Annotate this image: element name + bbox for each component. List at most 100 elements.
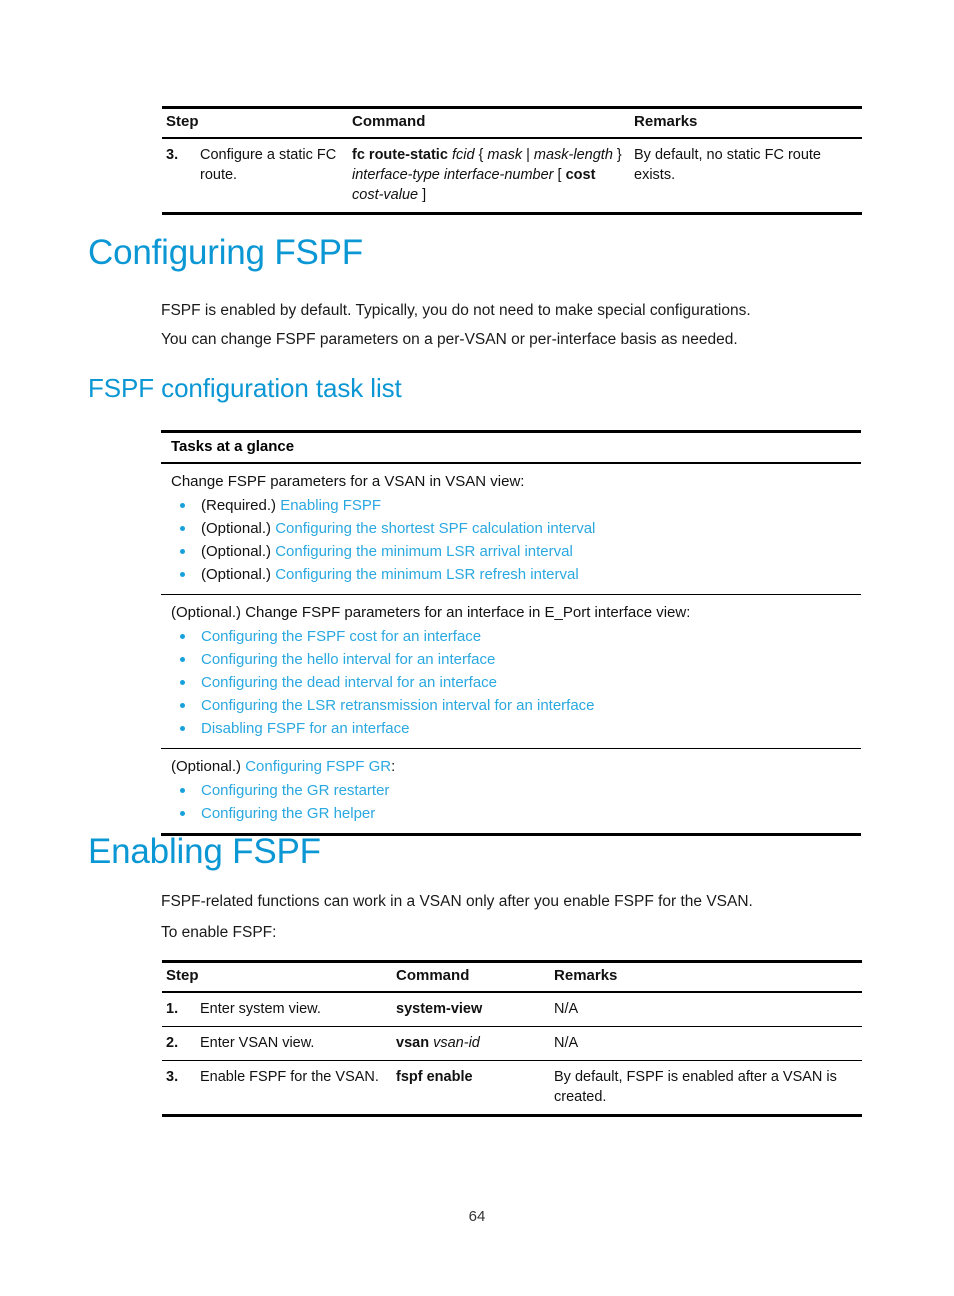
task-link[interactable]: Configuring the GR helper (201, 805, 375, 822)
column-header-remarks: Remarks (630, 106, 863, 139)
table-body: 3. Configure a static FC route. fc route-s… (162, 138, 863, 215)
bullet-icon (180, 657, 185, 662)
table-body: 1. Enter system view. system-view N/A 2. Ente… (162, 992, 863, 1117)
document-page: Step Command Remarks 3. Configure a stati… (0, 0, 954, 1296)
remarks-cell: By default, no static FC route exists. (630, 138, 863, 215)
enable-fspf-steps-table-wrapper: Step Command Remarks 1. Enter system view… (162, 960, 863, 1117)
tasks-at-a-glance-table: Tasks at a glance Change FSPF parameters… (161, 430, 861, 836)
task-link[interactable]: Configuring the LSR retransmission inter… (201, 697, 595, 714)
step-description: Enter system view. (196, 992, 393, 1027)
table-row: 2. Enter VSAN view. vsan vsan-id N/A (162, 1026, 863, 1061)
text-run: Change FSPF parameters for a VSAN in VSA… (171, 473, 525, 490)
table-row: 3. Enable FSPF for the VSAN. fspf enable By… (162, 1060, 863, 1117)
step-number: 1. (162, 992, 196, 1027)
bullet-icon (180, 549, 185, 554)
text-run: mask-length (533, 147, 613, 163)
bullet-icon (180, 526, 185, 531)
text-run: cost-value (352, 187, 419, 203)
task-link[interactable]: Configuring the GR restarter (201, 782, 389, 799)
task-list-item[interactable]: Configuring the FSPF cost for an interfa… (171, 625, 857, 648)
table-header-row: Step Command Remarks (162, 960, 863, 993)
task-group-intro: Change FSPF parameters for a VSAN in VSA… (171, 471, 857, 493)
command-cell: fspf enable (392, 1060, 551, 1117)
task-link[interactable]: Configuring the hello interval for an in… (201, 651, 495, 668)
task-list-item[interactable]: Configuring the GR helper (171, 802, 857, 825)
configuring-fspf-section: Configuring FSPF (0, 232, 954, 274)
text-run: (Optional.) Change FSPF parameters for a… (171, 604, 691, 621)
task-link[interactable]: Configuring the minimum LSR arrival inte… (275, 543, 573, 560)
table-head: Step Command Remarks (162, 106, 863, 139)
bullet-icon (180, 703, 185, 708)
task-link[interactable]: Disabling FSPF for an interface (201, 720, 409, 737)
enabling-fspf-paragraph-2: To enable FSPF: (161, 924, 277, 941)
remarks-cell: N/A (550, 992, 863, 1027)
tasks-at-a-glance-header: Tasks at a glance (161, 433, 861, 464)
task-list: Configuring the FSPF cost for an interfa… (171, 625, 857, 740)
task-list-item[interactable]: (Optional.) Configuring the minimum LSR … (171, 540, 857, 563)
configuring-fspf-paragraph-2: You can change FSPF parameters on a per-… (161, 331, 738, 348)
task-list-item[interactable]: Configuring the hello interval for an in… (171, 648, 857, 671)
text-run: (Optional.) (201, 566, 276, 583)
bullet-icon (180, 680, 185, 685)
text-run: (Optional.) (201, 543, 276, 560)
text-run: ] (418, 187, 427, 203)
task-link[interactable]: Enabling FSPF (280, 497, 381, 514)
text-run: mask (487, 147, 523, 163)
task-group-intro: (Optional.) Change FSPF parameters for a… (171, 602, 857, 624)
text-run: { (474, 147, 488, 163)
task-list-item[interactable]: Disabling FSPF for an interface (171, 717, 857, 740)
task-list-item[interactable]: Configuring the dead interval for an int… (171, 671, 857, 694)
column-header-step: Step (162, 106, 349, 139)
command-cell: system-view (392, 992, 551, 1027)
command-cell: fc route-static fcid { mask | mask-lengt… (348, 138, 631, 215)
task-list-item[interactable]: (Optional.) Configuring the minimum LSR … (171, 563, 857, 586)
column-header-step: Step (162, 960, 393, 993)
text-run: | (522, 147, 534, 163)
text-run: fcid (451, 147, 475, 163)
text-run: (Optional.) (171, 758, 246, 775)
static-fc-route-table: Step Command Remarks 3. Configure a stati… (162, 106, 863, 215)
task-list-item[interactable]: (Optional.) Configuring the shortest SPF… (171, 517, 857, 540)
text-run: } (612, 147, 622, 163)
page-title-configuring-fspf: Configuring FSPF (88, 233, 363, 272)
text-run: [ (553, 167, 566, 183)
task-list: Configuring the GR restarter Configuring … (171, 779, 857, 825)
task-link[interactable]: Configuring the shortest SPF calculation… (275, 520, 595, 537)
step-number: 3. (162, 1060, 196, 1117)
task-group: (Optional.) Configuring FSPF GR: Configur… (161, 748, 861, 833)
task-list-item[interactable]: Configuring the GR restarter (171, 779, 857, 802)
bullet-icon (180, 788, 185, 793)
column-header-command: Command (348, 106, 631, 139)
task-link[interactable]: Configuring the minimum LSR refresh inte… (275, 566, 578, 583)
page-number: 64 (468, 1208, 486, 1225)
configuring-fspf-paragraph-1: FSPF is enabled by default. Typically, y… (161, 302, 751, 319)
text-run: (Optional.) (201, 520, 276, 537)
task-groups-container: Change FSPF parameters for a VSAN in VSA… (161, 464, 861, 833)
command-cell: vsan vsan-id (392, 1026, 551, 1061)
text-run: (Required.) (201, 497, 281, 514)
text-run: fspf enable (396, 1069, 473, 1085)
task-list-item[interactable]: (Required.) Enabling FSPF (171, 494, 857, 517)
bullet-icon (180, 811, 185, 816)
task-group: Change FSPF parameters for a VSAN in VSA… (161, 464, 861, 594)
step-description: Enter VSAN view. (196, 1026, 393, 1061)
task-list-item[interactable]: Configuring the LSR retransmission inter… (171, 694, 857, 717)
bullet-icon (180, 503, 185, 508)
remarks-cell: N/A (550, 1026, 863, 1061)
step-description: Configure a static FC route. (196, 138, 349, 215)
table-head: Step Command Remarks (162, 960, 863, 993)
step-number: 2. (162, 1026, 196, 1061)
task-group-intro: (Optional.) Configuring FSPF GR: (171, 756, 857, 778)
column-header-command: Command (392, 960, 551, 993)
enable-fspf-steps-table: Step Command Remarks 1. Enter system view… (162, 960, 863, 1117)
text-run: system-view (396, 1001, 483, 1017)
table-row: 1. Enter system view. system-view N/A (162, 992, 863, 1027)
text-run: fc route-static (352, 147, 448, 163)
task-link[interactable]: Configuring the dead interval for an int… (201, 674, 497, 691)
text-run: : (391, 758, 396, 775)
task-link[interactable]: Configuring the FSPF cost for an interfa… (201, 628, 481, 645)
remarks-cell: By default, FSPF is enabled after a VSAN… (550, 1060, 863, 1117)
text-run: interface-type interface-number (352, 167, 554, 183)
task-link[interactable]: Configuring FSPF GR (245, 758, 391, 775)
column-header-remarks: Remarks (550, 960, 863, 993)
